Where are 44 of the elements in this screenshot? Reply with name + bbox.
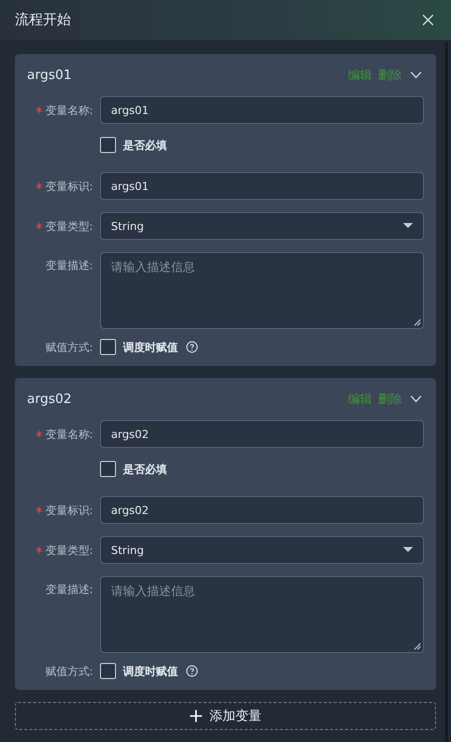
add-variable-button[interactable]: 添加变量	[15, 702, 436, 730]
field-label: 变量描述:	[45, 582, 93, 597]
close-icon[interactable]	[422, 14, 434, 26]
field-label: 变量类型:	[45, 542, 93, 558]
field-value: args02	[111, 504, 149, 516]
type-select[interactable]: String	[100, 212, 424, 240]
field-label: 变量标识:	[45, 178, 93, 194]
dialog-title: 流程开始	[15, 11, 71, 29]
field-value: args02	[111, 428, 149, 440]
resize-grip-icon	[414, 319, 421, 326]
help-icon[interactable]	[186, 665, 198, 677]
resize-grip-icon	[414, 643, 421, 650]
field-label: 赋值方式:	[44, 340, 94, 354]
chevron-icon[interactable]	[410, 395, 422, 403]
checkbox-label: 调度时赋值	[123, 340, 178, 354]
checkbox-label: 是否必填	[123, 462, 167, 476]
dropdown-caret-icon	[403, 547, 413, 553]
help-icon[interactable]	[186, 341, 198, 353]
type-select[interactable]: String	[100, 536, 424, 564]
field-value: args01	[111, 104, 149, 116]
chevron-icon[interactable]	[410, 71, 422, 79]
checkbox-label: 是否必填	[123, 138, 167, 152]
text-field[interactable]: args02	[100, 420, 424, 448]
description-field[interactable]: 请输入描述信息	[100, 576, 424, 653]
checkbox-label: 调度时赋值	[123, 664, 178, 678]
assign-checkbox[interactable]	[100, 663, 116, 679]
field-label: 变量描述:	[45, 258, 93, 273]
text-field[interactable]: args02	[100, 496, 424, 524]
field-label: 变量名称:	[45, 426, 93, 442]
variable-name: args02	[27, 392, 72, 406]
field-label: 变量名称:	[45, 102, 93, 118]
dropdown-caret-icon	[403, 223, 413, 229]
field-label: 变量类型:	[45, 218, 93, 234]
field-label: 赋值方式:	[44, 664, 94, 678]
description-field[interactable]: 请输入描述信息	[100, 252, 424, 329]
required-checkbox[interactable]	[100, 461, 116, 477]
field-label: 变量标识:	[45, 502, 93, 518]
assign-checkbox[interactable]	[100, 339, 116, 355]
plus-icon	[190, 710, 202, 722]
required-checkbox[interactable]	[100, 137, 116, 153]
field-value: args01	[111, 180, 149, 192]
text-field[interactable]: args01	[100, 96, 424, 124]
text-field[interactable]: args01	[100, 172, 424, 200]
variable-name: args01	[27, 68, 72, 82]
